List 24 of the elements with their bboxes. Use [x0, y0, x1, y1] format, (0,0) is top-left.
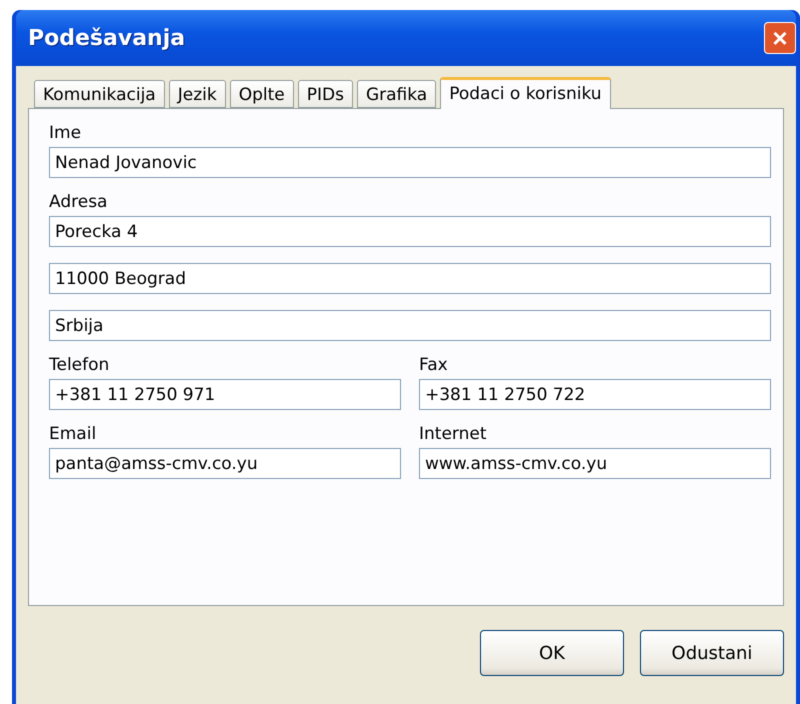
field-label: Email — [49, 424, 98, 444]
tab[interactable]: Grafika — [356, 80, 436, 108]
input-field[interactable]: panta@amss-cmv.co.yu — [49, 448, 401, 479]
field-label: Internet — [419, 424, 488, 444]
close-button[interactable]: × — [764, 22, 796, 54]
input-field[interactable]: Porecka 4 — [49, 216, 771, 247]
ok-button[interactable]: OK — [480, 630, 624, 676]
cancel-button[interactable]: Odustani — [640, 630, 784, 676]
tab[interactable]: Oplte — [230, 80, 294, 108]
tab[interactable]: Podaci o korisniku — [440, 77, 611, 109]
input-field[interactable]: +381 11 2750 722 — [419, 379, 771, 410]
input-field[interactable]: www.amss-cmv.co.yu — [419, 448, 771, 479]
tab[interactable]: Jezik — [168, 80, 226, 108]
input-field[interactable]: Nenad Jovanovic — [49, 147, 771, 178]
input-field[interactable]: Srbija — [49, 310, 771, 341]
window-title: Podešavanja — [28, 26, 186, 50]
tab[interactable]: Komunikacija — [34, 80, 165, 108]
field-label: Telefon — [49, 355, 110, 375]
field-label: Ime — [49, 123, 82, 143]
input-field[interactable]: +381 11 2750 971 — [49, 379, 401, 410]
tab[interactable]: PIDs — [298, 80, 353, 108]
input-field[interactable]: 11000 Beograd — [49, 263, 771, 294]
field-label: Fax — [419, 355, 449, 375]
field-label: Adresa — [49, 192, 108, 212]
